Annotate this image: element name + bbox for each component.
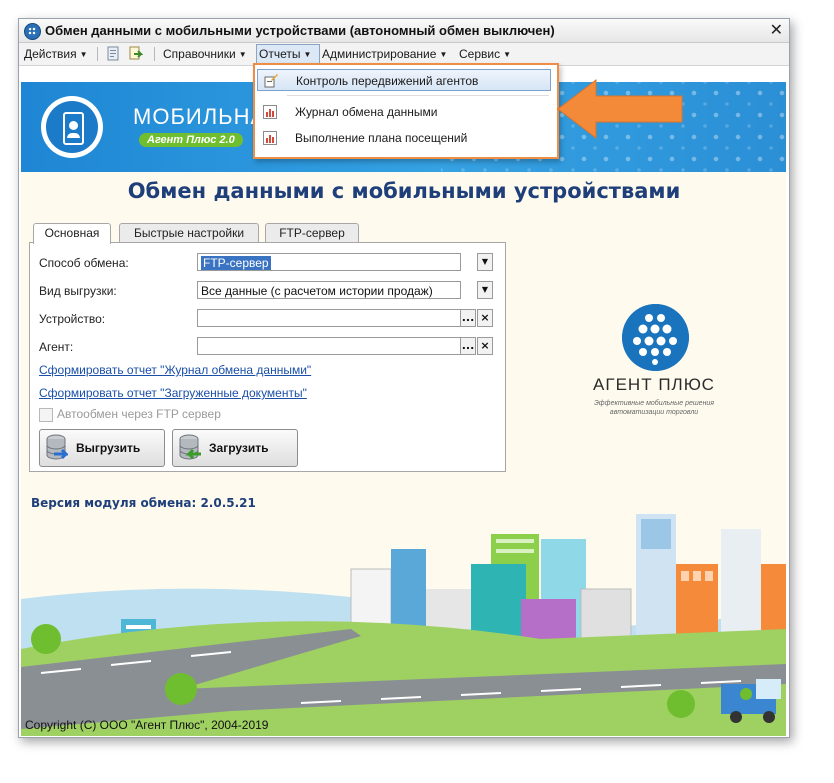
agent-clear-button[interactable]: × (477, 337, 493, 355)
menu-item-label: Контроль передвижений агентов (296, 74, 479, 88)
bar-chart-report-icon (263, 131, 277, 145)
chevron-down-icon: ▼ (238, 50, 247, 59)
device-input[interactable] (197, 309, 461, 327)
tab-ftp-server[interactable]: FTP-сервер (265, 223, 359, 243)
logo-name: АГЕНТ ПЛЮС (593, 375, 715, 394)
exchange-method-value: FTP-сервер (201, 256, 271, 270)
upload-type-select[interactable]: Все данные (с расчетом истории продаж) (197, 281, 461, 299)
exchange-method-label: Способ обмена: (39, 256, 129, 270)
menu-service-label: Сервис (459, 47, 501, 61)
chevron-down-icon: ▼ (503, 50, 512, 59)
device-label: Устройство: (39, 312, 106, 326)
agent-select-button[interactable]: ... (460, 337, 476, 355)
report-edit-icon (264, 74, 278, 88)
brand-badge: Агент Плюс 2.0 (139, 133, 243, 147)
menu-actions[interactable]: Действия ▼ (24, 47, 88, 61)
menu-item-visit-plan[interactable]: Выполнение плана посещений (257, 127, 551, 149)
menu-reports[interactable]: Отчеты ▼ (259, 47, 311, 61)
menu-item-label: Журнал обмена данными (295, 105, 438, 119)
download-button[interactable]: Загрузить (172, 429, 298, 467)
logo-tagline: Эффективные мобильные решения автоматиза… (593, 400, 715, 416)
menu-separator (97, 47, 98, 61)
menu-administration[interactable]: Администрирование ▼ (322, 47, 447, 61)
tab-main[interactable]: Основная (33, 223, 111, 244)
upload-button[interactable]: Выгрузить (39, 429, 165, 467)
document-icon[interactable] (105, 46, 121, 62)
title-bar: Обмен данными с мобильными устройствами … (19, 19, 789, 43)
menu-separator (154, 47, 155, 61)
reports-dropdown-menu: Контроль передвижений агентов Журнал обм… (253, 63, 559, 159)
menu-actions-label: Действия (24, 47, 77, 61)
orange-arrow-annotation (557, 78, 683, 140)
upload-button-label: Выгрузить (76, 441, 141, 455)
agent-input[interactable] (197, 337, 461, 355)
upload-type-label: Вид выгрузки: (39, 284, 117, 298)
mobile-phone-icon (41, 96, 103, 158)
chevron-down-icon: ▼ (79, 50, 88, 59)
auto-exchange-checkbox[interactable] (39, 408, 53, 422)
page-title: Обмен данными с мобильными устройствами (127, 179, 681, 203)
city-illustration (21, 489, 786, 736)
module-version: Версия модуля обмена: 2.0.5.21 (31, 496, 256, 510)
menu-administration-label: Администрирование (322, 47, 437, 61)
database-download-icon (179, 434, 201, 460)
close-button[interactable]: ✕ (770, 20, 783, 39)
download-button-label: Загрузить (209, 441, 269, 455)
document-arrow-icon[interactable] (127, 46, 143, 62)
chevron-down-icon: ▼ (439, 50, 448, 59)
menu-reports-label: Отчеты (259, 47, 301, 61)
exchange-method-dropdown-button[interactable]: ▼ (477, 253, 493, 271)
upload-type-dropdown-button[interactable]: ▼ (477, 281, 493, 299)
menu-separator (287, 95, 549, 96)
report-documents-link[interactable]: Сформировать отчет "Загруженные документ… (39, 386, 307, 400)
tab-quick-settings[interactable]: Быстрые настройки (119, 223, 259, 243)
device-clear-button[interactable]: × (477, 309, 493, 327)
auto-exchange-label: Автообмен через FTP сервер (57, 407, 221, 421)
database-upload-icon (46, 434, 68, 460)
device-select-button[interactable]: ... (460, 309, 476, 327)
window-title: Обмен данными с мобильными устройствами … (45, 23, 555, 38)
agent-plus-logo-icon (622, 304, 689, 371)
report-journal-link[interactable]: Сформировать отчет "Журнал обмена данным… (39, 363, 311, 377)
menu-service[interactable]: Сервис ▼ (459, 47, 511, 61)
menu-item-agent-movement[interactable]: Контроль передвижений агентов (257, 69, 551, 91)
menu-item-label: Выполнение плана посещений (295, 131, 468, 145)
menu-references-label: Справочники (163, 47, 236, 61)
chevron-down-icon: ▼ (303, 50, 312, 59)
menu-references[interactable]: Справочники ▼ (163, 47, 247, 61)
agent-label: Агент: (39, 340, 74, 354)
app-icon (24, 23, 41, 40)
bar-chart-report-icon (263, 105, 277, 119)
menu-item-exchange-journal[interactable]: Журнал обмена данными (257, 101, 551, 123)
copyright: Copyright (C) ООО "Агент Плюс", 2004-201… (25, 718, 269, 732)
exchange-method-select[interactable]: FTP-сервер (197, 253, 461, 271)
